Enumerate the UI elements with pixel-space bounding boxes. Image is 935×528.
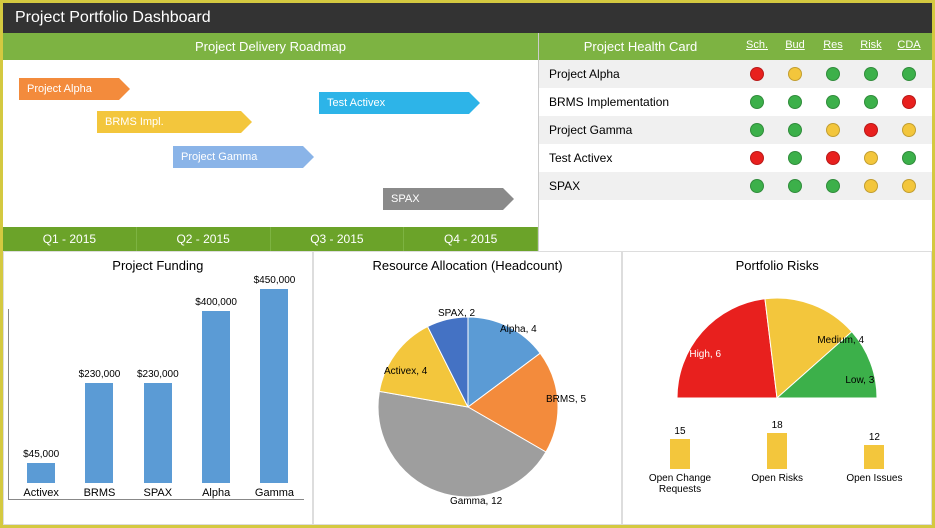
resource-pie: Alpha, 4 BRMS, 5 Gamma, 12 Activex, 4 SPAX, … — [314, 279, 622, 524]
hc-project-name: Project Gamma — [543, 123, 738, 137]
page-title: Project Portfolio Dashboard — [3, 3, 932, 33]
quarter: Q1 - 2015 — [3, 227, 137, 251]
gauge-label-low: Low, 3 — [845, 375, 874, 386]
risk-bar-value: 18 — [772, 420, 783, 431]
funding-bar: $45,000 — [16, 449, 66, 483]
status-dot — [750, 95, 764, 109]
bar-label: Activex — [16, 487, 66, 499]
resource-title: Resource Allocation (Headcount) — [314, 258, 622, 273]
bar-label: Alpha — [191, 487, 241, 499]
resource-panel: Resource Allocation (Headcount) Alpha, 4… — [313, 251, 623, 525]
risks-panel: Portfolio Risks High, 6 Medium, 4 Low, 3… — [622, 251, 932, 525]
status-dot — [902, 123, 916, 137]
hc-col[interactable]: CDA — [890, 39, 928, 54]
status-dot — [902, 95, 916, 109]
risk-bar-label: Open Issues — [834, 473, 914, 495]
bar-value: $230,000 — [79, 369, 121, 380]
bar-value: $400,000 — [195, 297, 237, 308]
status-dot — [864, 95, 878, 109]
hc-col[interactable]: Sch. — [738, 39, 776, 54]
status-dot — [788, 67, 802, 81]
funding-bar: $400,000 — [191, 297, 241, 483]
status-dot — [826, 67, 840, 81]
risk-bar: 15 — [640, 426, 720, 469]
funding-bar: $230,000 — [74, 369, 124, 483]
funding-bar: $450,000 — [249, 275, 299, 483]
risk-bar: 18 — [737, 420, 817, 469]
bar-value: $45,000 — [23, 449, 59, 460]
status-dot — [826, 151, 840, 165]
funding-title: Project Funding — [4, 258, 312, 273]
status-dot — [788, 179, 802, 193]
hc-row: SPAX — [539, 172, 932, 200]
healthcard-panel: Project Health Card Sch. Bud Res Risk CD… — [539, 33, 932, 251]
gantt-bar-alpha: Project Alpha — [19, 78, 119, 100]
hc-row: Project Gamma — [539, 116, 932, 144]
hc-row: BRMS Implementation — [539, 88, 932, 116]
status-dot — [826, 179, 840, 193]
hc-project-name: SPAX — [543, 179, 738, 193]
status-dot — [826, 95, 840, 109]
status-dot — [788, 95, 802, 109]
status-dot — [864, 179, 878, 193]
hc-project-name: BRMS Implementation — [543, 95, 738, 109]
hc-row: Test Activex — [539, 144, 932, 172]
status-dot — [750, 123, 764, 137]
funding-panel: Project Funding $45,000 $230,000 $230,000 $… — [3, 251, 313, 525]
hc-col[interactable]: Res — [814, 39, 852, 54]
bar-value: $450,000 — [254, 275, 296, 286]
hc-col[interactable]: Bud — [776, 39, 814, 54]
bar-label: Gamma — [249, 487, 299, 499]
risk-bar-label: Open Risks — [737, 473, 817, 495]
gauge-label-medium: Medium, 4 — [817, 335, 864, 346]
pie-label: Alpha, 4 — [500, 324, 537, 335]
status-dot — [750, 179, 764, 193]
status-dot — [864, 151, 878, 165]
risk-bar-value: 12 — [869, 432, 880, 443]
hc-project-name: Test Activex — [543, 151, 738, 165]
risk-bar: 12 — [834, 432, 914, 469]
gantt-bar-brms: BRMS Impl. — [97, 111, 241, 133]
gauge-label-high: High, 6 — [689, 349, 721, 360]
status-dot — [902, 67, 916, 81]
quarter: Q3 - 2015 — [271, 227, 405, 251]
hc-row: Project Alpha — [539, 60, 932, 88]
roadmap-title: Project Delivery Roadmap — [3, 33, 538, 60]
risk-bar-label: Open Change Requests — [640, 473, 720, 495]
pie-label: BRMS, 5 — [546, 394, 586, 405]
hc-col[interactable]: Risk — [852, 39, 890, 54]
status-dot — [902, 179, 916, 193]
quarter: Q2 - 2015 — [137, 227, 271, 251]
bar-label: BRMS — [74, 487, 124, 499]
status-dot — [864, 67, 878, 81]
quarters-row: Q1 - 2015 Q2 - 2015 Q3 - 2015 Q4 - 2015 — [3, 227, 538, 251]
gantt-chart: Project Alpha BRMS Impl. Project Gamma T… — [3, 60, 538, 227]
status-dot — [864, 123, 878, 137]
status-dot — [826, 123, 840, 137]
bar-value: $230,000 — [137, 369, 179, 380]
status-dot — [750, 67, 764, 81]
status-dot — [788, 151, 802, 165]
status-dot — [788, 123, 802, 137]
funding-bar: $230,000 — [133, 369, 183, 483]
gantt-bar-gamma: Project Gamma — [173, 146, 303, 168]
pie-label: Activex, 4 — [384, 366, 428, 377]
quarter: Q4 - 2015 — [404, 227, 538, 251]
status-dot — [750, 151, 764, 165]
bar-label: SPAX — [133, 487, 183, 499]
roadmap-panel: Project Delivery Roadmap Project Alpha B… — [3, 33, 539, 251]
risks-gauge: High, 6 Medium, 4 Low, 3 — [631, 283, 923, 413]
pie-label: Gamma, 12 — [450, 496, 503, 507]
funding-chart: $45,000$230,000$230,000$400,000$450,000 … — [4, 279, 312, 524]
risk-bar-value: 15 — [674, 426, 685, 437]
risks-title: Portfolio Risks — [623, 258, 931, 273]
status-dot — [902, 151, 916, 165]
healthcard-title: Project Health Card — [543, 39, 738, 54]
gantt-bar-activex: Test Activex — [319, 92, 469, 114]
pie-label: SPAX, 2 — [438, 308, 475, 319]
hc-project-name: Project Alpha — [543, 67, 738, 81]
gantt-bar-spax: SPAX — [383, 188, 503, 210]
